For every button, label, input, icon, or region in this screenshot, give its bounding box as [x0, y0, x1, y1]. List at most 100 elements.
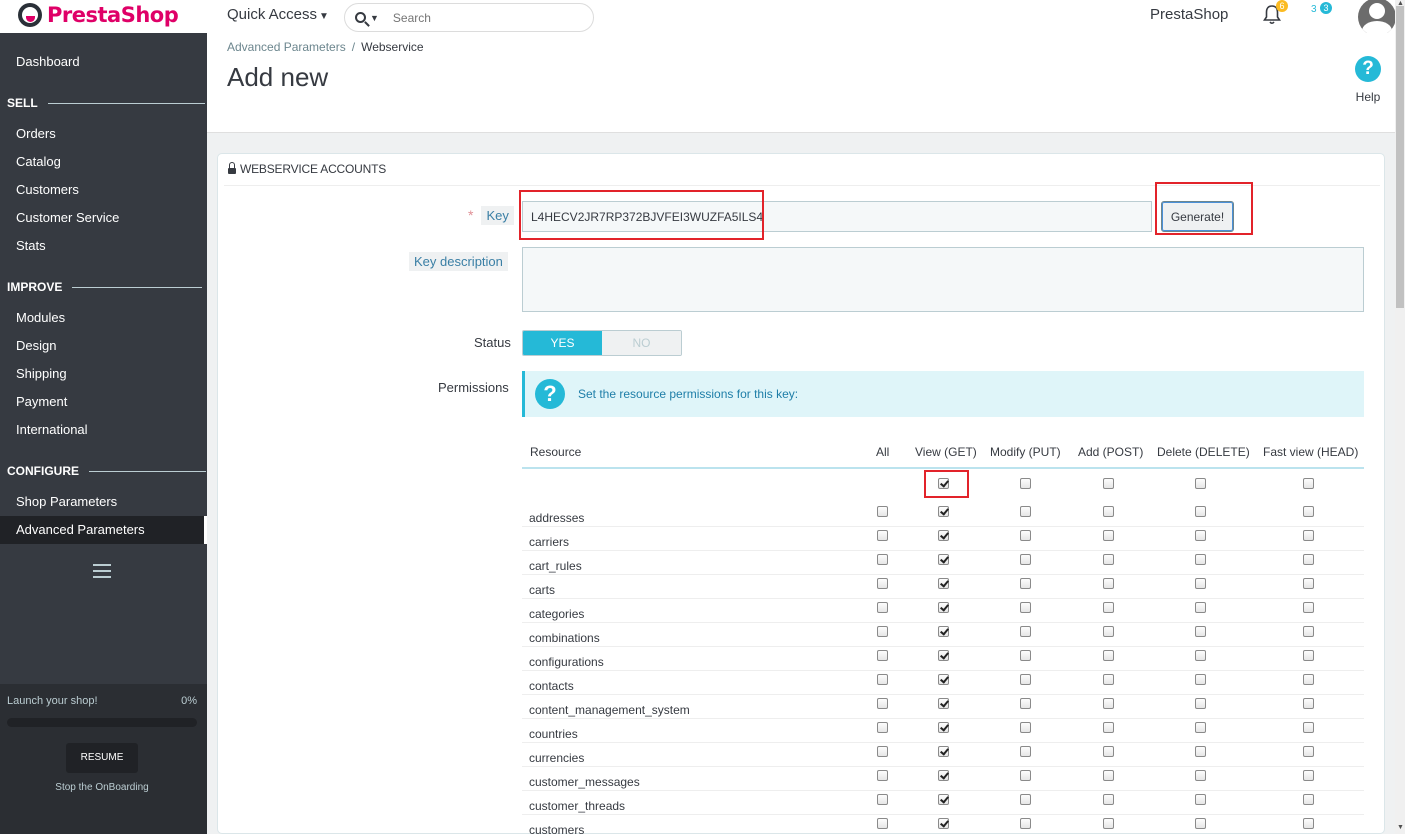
status-switch[interactable]: YES NO: [522, 330, 682, 356]
quick-access-dropdown[interactable]: Quick Access ▼: [227, 6, 329, 23]
key-description-label-text[interactable]: Key description: [409, 252, 508, 271]
shop-name-link[interactable]: PrestaShop: [1150, 6, 1228, 23]
add-permission-checkbox[interactable]: [1103, 554, 1114, 565]
modify-permission-checkbox[interactable]: [1020, 626, 1031, 637]
view-permission-checkbox[interactable]: [938, 626, 949, 637]
delete-permission-checkbox[interactable]: [1195, 794, 1206, 805]
all-permission-checkbox[interactable]: [877, 578, 888, 589]
all-permission-checkbox[interactable]: [877, 746, 888, 757]
modify-permission-checkbox[interactable]: [1020, 794, 1031, 805]
search-input[interactable]: [392, 10, 573, 25]
search-icon[interactable]: ▼: [355, 12, 379, 23]
sidebar-item-customers[interactable]: Customers: [16, 182, 79, 197]
select-all-modify-checkbox[interactable]: [1020, 478, 1031, 489]
view-permission-checkbox[interactable]: [938, 650, 949, 661]
head-permission-checkbox[interactable]: [1303, 530, 1314, 541]
sidebar-item-advanced-parameters[interactable]: Advanced Parameters: [16, 522, 145, 537]
head-permission-checkbox[interactable]: [1303, 770, 1314, 781]
add-permission-checkbox[interactable]: [1103, 602, 1114, 613]
view-permission-checkbox[interactable]: [938, 722, 949, 733]
view-permission-checkbox[interactable]: [938, 746, 949, 757]
delete-permission-checkbox[interactable]: [1195, 770, 1206, 781]
modify-permission-checkbox[interactable]: [1020, 698, 1031, 709]
add-permission-checkbox[interactable]: [1103, 818, 1114, 829]
sidebar-item-modules[interactable]: Modules: [16, 310, 65, 325]
sidebar-item-orders[interactable]: Orders: [16, 126, 56, 141]
view-permission-checkbox[interactable]: [938, 578, 949, 589]
delete-permission-checkbox[interactable]: [1195, 626, 1206, 637]
add-permission-checkbox[interactable]: [1103, 626, 1114, 637]
status-yes-option[interactable]: YES: [523, 331, 602, 355]
all-permission-checkbox[interactable]: [877, 626, 888, 637]
modify-permission-checkbox[interactable]: [1020, 770, 1031, 781]
all-permission-checkbox[interactable]: [877, 554, 888, 565]
select-all-view-checkbox[interactable]: [938, 478, 949, 489]
sidebar-item-international[interactable]: International: [16, 422, 88, 437]
all-permission-checkbox[interactable]: [877, 602, 888, 613]
modify-permission-checkbox[interactable]: [1020, 506, 1031, 517]
hamburger-icon[interactable]: [93, 564, 111, 578]
resume-button[interactable]: RESUME: [66, 743, 138, 773]
add-permission-checkbox[interactable]: [1103, 650, 1114, 661]
delete-permission-checkbox[interactable]: [1195, 506, 1206, 517]
messages-icon[interactable]: 3: [1311, 4, 1317, 15]
modify-permission-checkbox[interactable]: [1020, 530, 1031, 541]
modify-permission-checkbox[interactable]: [1020, 818, 1031, 829]
modify-permission-checkbox[interactable]: [1020, 578, 1031, 589]
delete-permission-checkbox[interactable]: [1195, 650, 1206, 661]
modify-permission-checkbox[interactable]: [1020, 746, 1031, 757]
logo[interactable]: PrestaShop: [18, 3, 179, 27]
view-permission-checkbox[interactable]: [938, 770, 949, 781]
all-permission-checkbox[interactable]: [877, 698, 888, 709]
head-permission-checkbox[interactable]: [1303, 698, 1314, 709]
generate-button[interactable]: Generate!: [1161, 201, 1234, 232]
add-permission-checkbox[interactable]: [1103, 506, 1114, 517]
add-permission-checkbox[interactable]: [1103, 770, 1114, 781]
sidebar-item-stats[interactable]: Stats: [16, 238, 46, 253]
view-permission-checkbox[interactable]: [938, 674, 949, 685]
add-permission-checkbox[interactable]: [1103, 674, 1114, 685]
all-permission-checkbox[interactable]: [877, 506, 888, 517]
sidebar-item-shipping[interactable]: Shipping: [16, 366, 67, 381]
sidebar-item-design[interactable]: Design: [16, 338, 56, 353]
add-permission-checkbox[interactable]: [1103, 578, 1114, 589]
view-permission-checkbox[interactable]: [938, 602, 949, 613]
delete-permission-checkbox[interactable]: [1195, 722, 1206, 733]
page-scrollbar[interactable]: ▲ ▼: [1395, 0, 1405, 834]
view-permission-checkbox[interactable]: [938, 530, 949, 541]
select-all-head-checkbox[interactable]: [1303, 478, 1314, 489]
key-label-text[interactable]: Key: [481, 206, 514, 225]
view-permission-checkbox[interactable]: [938, 818, 949, 829]
delete-permission-checkbox[interactable]: [1195, 578, 1206, 589]
all-permission-checkbox[interactable]: [877, 722, 888, 733]
delete-permission-checkbox[interactable]: [1195, 818, 1206, 829]
head-permission-checkbox[interactable]: [1303, 602, 1314, 613]
head-permission-checkbox[interactable]: [1303, 746, 1314, 757]
view-permission-checkbox[interactable]: [938, 506, 949, 517]
sidebar-item-payment[interactable]: Payment: [16, 394, 67, 409]
head-permission-checkbox[interactable]: [1303, 818, 1314, 829]
view-permission-checkbox[interactable]: [938, 554, 949, 565]
head-permission-checkbox[interactable]: [1303, 626, 1314, 637]
breadcrumb-item-advanced-parameters[interactable]: Advanced Parameters: [227, 40, 346, 54]
help-button[interactable]: ? Help: [1355, 56, 1381, 104]
head-permission-checkbox[interactable]: [1303, 506, 1314, 517]
all-permission-checkbox[interactable]: [877, 794, 888, 805]
key-input[interactable]: [522, 201, 1152, 232]
select-all-add-checkbox[interactable]: [1103, 478, 1114, 489]
head-permission-checkbox[interactable]: [1303, 722, 1314, 733]
all-permission-checkbox[interactable]: [877, 674, 888, 685]
head-permission-checkbox[interactable]: [1303, 674, 1314, 685]
stop-onboarding-link[interactable]: Stop the OnBoarding: [0, 782, 204, 793]
all-permission-checkbox[interactable]: [877, 650, 888, 661]
add-permission-checkbox[interactable]: [1103, 530, 1114, 541]
head-permission-checkbox[interactable]: [1303, 650, 1314, 661]
modify-permission-checkbox[interactable]: [1020, 602, 1031, 613]
all-permission-checkbox[interactable]: [877, 770, 888, 781]
delete-permission-checkbox[interactable]: [1195, 746, 1206, 757]
sidebar-item-dashboard[interactable]: Dashboard: [16, 54, 80, 69]
status-no-option[interactable]: NO: [602, 331, 681, 355]
modify-permission-checkbox[interactable]: [1020, 650, 1031, 661]
head-permission-checkbox[interactable]: [1303, 578, 1314, 589]
modify-permission-checkbox[interactable]: [1020, 722, 1031, 733]
